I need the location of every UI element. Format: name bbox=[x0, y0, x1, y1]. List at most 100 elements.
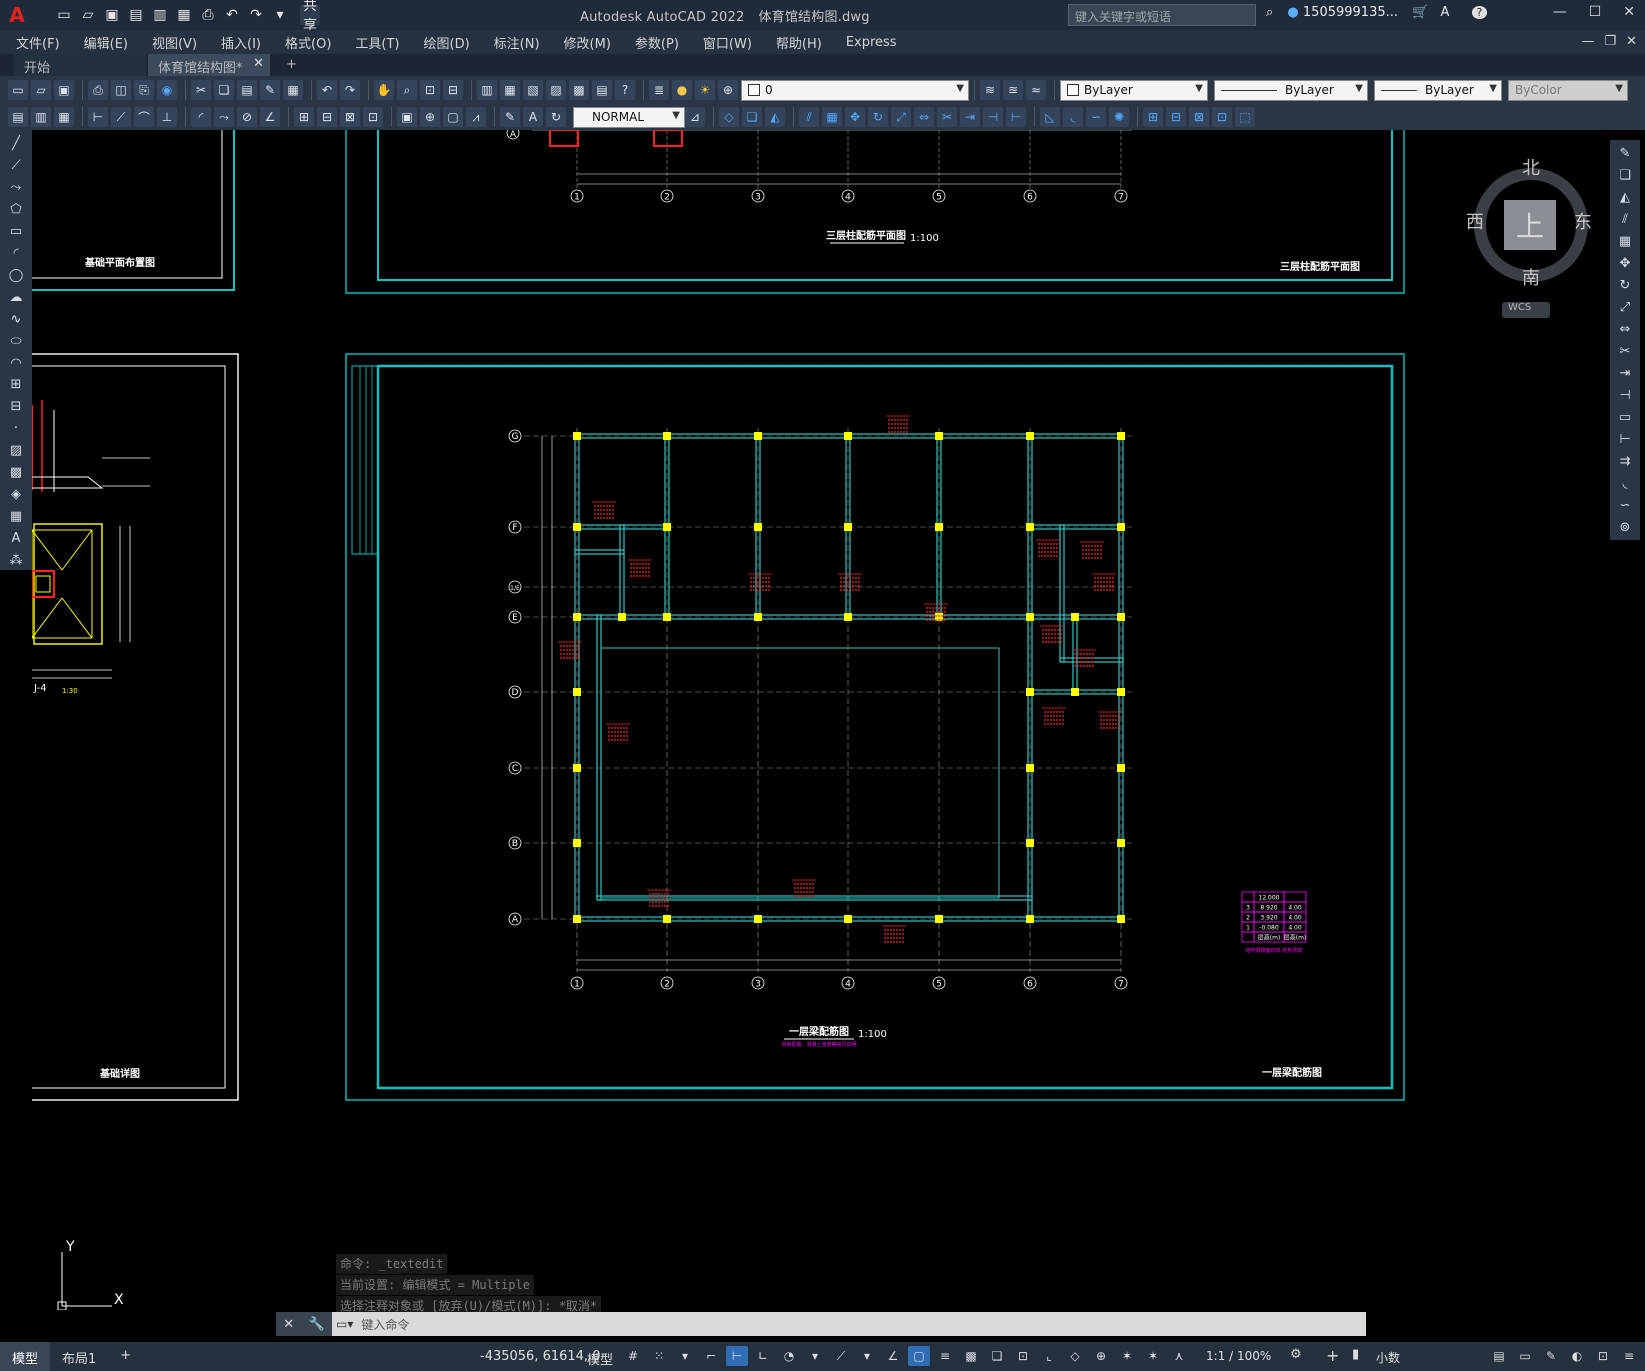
tool-palettes-icon[interactable]: ▧ bbox=[523, 80, 543, 100]
design-center-icon[interactable]: ▦ bbox=[500, 80, 520, 100]
units-dropdown[interactable]: 小数 bbox=[1376, 1349, 1400, 1366]
infer-constraints-icon[interactable]: ⌐ bbox=[700, 1346, 722, 1366]
offset-icon[interactable]: ⫽ bbox=[799, 107, 819, 127]
isodraft-chevron-down-icon[interactable]: ▾ bbox=[856, 1346, 878, 1366]
ortho-icon[interactable]: ∟ bbox=[752, 1346, 774, 1366]
dim-radius-icon[interactable]: ◜ bbox=[191, 107, 211, 127]
grid-icon[interactable]: # bbox=[622, 1346, 644, 1366]
compass-south[interactable]: 南 bbox=[1522, 264, 1540, 290]
command-input[interactable]: ▭▾ 键入命令 bbox=[336, 1316, 409, 1333]
dimstyle-manager-icon[interactable]: ⊿ bbox=[685, 107, 705, 127]
search-icon[interactable]: ⌕ bbox=[1266, 5, 1273, 20]
list-icon[interactable]: ▥ bbox=[31, 107, 51, 127]
dim-aligned-icon[interactable]: ⟋ bbox=[111, 107, 131, 127]
drawing-canvas[interactable]: 基础平面布置图 基础详图 J-4 1:30 三层柱配筋平面图 三层柱配筋平面图 … bbox=[32, 130, 1610, 1342]
layout-tab-layout1[interactable]: 布局1 bbox=[50, 1342, 108, 1371]
color-dropdown[interactable]: ByLayer ▼ bbox=[1060, 79, 1208, 101]
inspection-icon[interactable]: ▢ bbox=[443, 107, 463, 127]
annotation-scale-icon[interactable]: ⋏ bbox=[1168, 1346, 1190, 1366]
open-file-icon[interactable]: ▱ bbox=[78, 5, 98, 25]
auto-scale-icon[interactable]: ✶ bbox=[1142, 1346, 1164, 1366]
polar-chevron-down-icon[interactable]: ▾ bbox=[804, 1346, 826, 1366]
wcs-menu[interactable]: WCS bbox=[1502, 302, 1550, 318]
cart-icon[interactable]: 🛒 bbox=[1412, 5, 1428, 20]
clip-icon[interactable]: ⊡ bbox=[1212, 107, 1232, 127]
lineweight-icon[interactable]: ≡ bbox=[934, 1346, 956, 1366]
cut-icon[interactable]: ✂ bbox=[191, 80, 211, 100]
doc-close-icon[interactable]: ✕ bbox=[1626, 34, 1637, 49]
markup-icon[interactable]: ▩ bbox=[569, 80, 589, 100]
mtext-icon[interactable]: A bbox=[5, 529, 27, 548]
add-layout-button[interactable]: + bbox=[108, 1342, 143, 1371]
rectangle-icon[interactable]: ▭ bbox=[5, 222, 27, 241]
object-snap-tracking-icon[interactable]: ∠ bbox=[882, 1346, 904, 1366]
compass-east[interactable]: 东 bbox=[1574, 208, 1592, 234]
mirror-icon[interactable]: ◭ bbox=[765, 107, 785, 127]
3d-print-icon[interactable]: ◉ bbox=[157, 80, 177, 100]
xref-icon[interactable]: ⬚ bbox=[1235, 107, 1255, 127]
model-space-toggle[interactable]: 模型 bbox=[587, 1349, 613, 1368]
fillet-icon[interactable]: ◟ bbox=[1614, 474, 1636, 493]
menu-format[interactable]: 格式(O) bbox=[285, 33, 331, 52]
array-icon[interactable]: ▦ bbox=[1614, 232, 1636, 251]
wrench-icon[interactable]: 🔧 bbox=[309, 1317, 325, 1332]
command-prompt-icon[interactable]: ▭▾ bbox=[336, 1317, 353, 1331]
quick-dim-icon[interactable]: ⊞ bbox=[294, 107, 314, 127]
3d-osnap-icon[interactable]: ⊡ bbox=[1012, 1346, 1034, 1366]
close-icon[interactable]: ✕ bbox=[283, 1317, 294, 1332]
dimstyle-dropdown[interactable]: NORMAL ▼ bbox=[573, 106, 685, 128]
redo-icon[interactable]: ↷ bbox=[340, 80, 360, 100]
ellipse-arc-icon[interactable]: ◠ bbox=[5, 354, 27, 373]
gizmo-icon[interactable]: ⊕ bbox=[1090, 1346, 1112, 1366]
paste-icon[interactable]: ▤ bbox=[237, 80, 257, 100]
mirror-icon[interactable]: ◭ bbox=[1614, 188, 1636, 207]
search-input[interactable]: 键入关键字或短语 bbox=[1068, 4, 1256, 26]
calculator-icon[interactable]: ▤ bbox=[592, 80, 612, 100]
chamfer-icon[interactable]: ◺ bbox=[1040, 107, 1060, 127]
doc-restore-icon[interactable]: ❐ bbox=[1604, 34, 1616, 49]
save-icon[interactable]: ▣ bbox=[102, 5, 122, 25]
scale-icon[interactable]: ⤢ bbox=[891, 107, 911, 127]
doc-minimize-icon[interactable]: — bbox=[1581, 34, 1594, 49]
autocad-logo[interactable]: A bbox=[0, 0, 34, 30]
tab-start[interactable]: 开始 bbox=[14, 54, 146, 76]
add-selected-icon[interactable]: ⁂ bbox=[5, 551, 27, 570]
dynamic-ucs-icon[interactable]: ⌞ bbox=[1038, 1346, 1060, 1366]
zoom-previous-icon[interactable]: ⊟ bbox=[443, 80, 463, 100]
layer-state-icon[interactable]: ≈ bbox=[1026, 80, 1046, 100]
linetype-dropdown[interactable]: ByLayer ▼ bbox=[1214, 79, 1368, 101]
array-icon[interactable]: ▦ bbox=[822, 107, 842, 127]
block-editor-icon[interactable]: ▦ bbox=[283, 80, 303, 100]
help-icon[interactable]: ? bbox=[615, 80, 635, 100]
layer-freeze-icon[interactable]: ☀ bbox=[695, 80, 715, 100]
viewcube[interactable]: 上 北 南 东 西 WCS bbox=[1466, 148, 1596, 318]
make-block-icon[interactable]: ⊟ bbox=[5, 397, 27, 416]
preview-icon[interactable]: ◫ bbox=[111, 80, 131, 100]
dim-continue-icon[interactable]: ⊠ bbox=[340, 107, 360, 127]
menu-help[interactable]: 帮助(H) bbox=[776, 33, 822, 52]
dim-edit-icon[interactable]: ✎ bbox=[500, 107, 520, 127]
erase-icon[interactable]: ◇ bbox=[719, 107, 739, 127]
quick-select-icon[interactable]: ▦ bbox=[54, 107, 74, 127]
arc-icon[interactable]: ◜ bbox=[5, 244, 27, 263]
menu-file[interactable]: 文件(F) bbox=[16, 33, 60, 52]
new-file-icon[interactable]: ▭ bbox=[54, 5, 74, 25]
layer-lock-icon[interactable]: ⊕ bbox=[718, 80, 738, 100]
workspace-gear-icon[interactable]: ⚙ bbox=[1290, 1347, 1302, 1362]
menu-window[interactable]: 窗口(W) bbox=[703, 33, 752, 52]
trim-icon[interactable]: ✂ bbox=[1614, 342, 1636, 361]
selection-filter-icon[interactable]: ◇ bbox=[1064, 1346, 1086, 1366]
redo-icon[interactable]: ↷ bbox=[246, 5, 266, 25]
units-icon[interactable]: ▮ bbox=[1352, 1347, 1359, 1362]
lineweight-dropdown[interactable]: ByLayer ▼ bbox=[1374, 79, 1502, 101]
tab-document[interactable]: 体育馆结构图* ✕ bbox=[148, 54, 270, 76]
break-at-point-icon[interactable]: ⊣ bbox=[1614, 386, 1636, 405]
join-icon[interactable]: ⊢ bbox=[1614, 430, 1636, 449]
publish-icon[interactable]: ⎘ bbox=[134, 80, 154, 100]
command-line[interactable]: ✕ 🔧 ▭▾ 键入命令 bbox=[276, 1312, 1366, 1336]
layer-dropdown[interactable]: 0 ▼ bbox=[741, 79, 969, 101]
make-block-icon[interactable]: ⊟ bbox=[1166, 107, 1186, 127]
close-icon[interactable]: ✕ bbox=[1623, 4, 1635, 20]
dim-diameter-icon[interactable]: ⊘ bbox=[237, 107, 257, 127]
minimize-icon[interactable]: — bbox=[1553, 4, 1567, 20]
